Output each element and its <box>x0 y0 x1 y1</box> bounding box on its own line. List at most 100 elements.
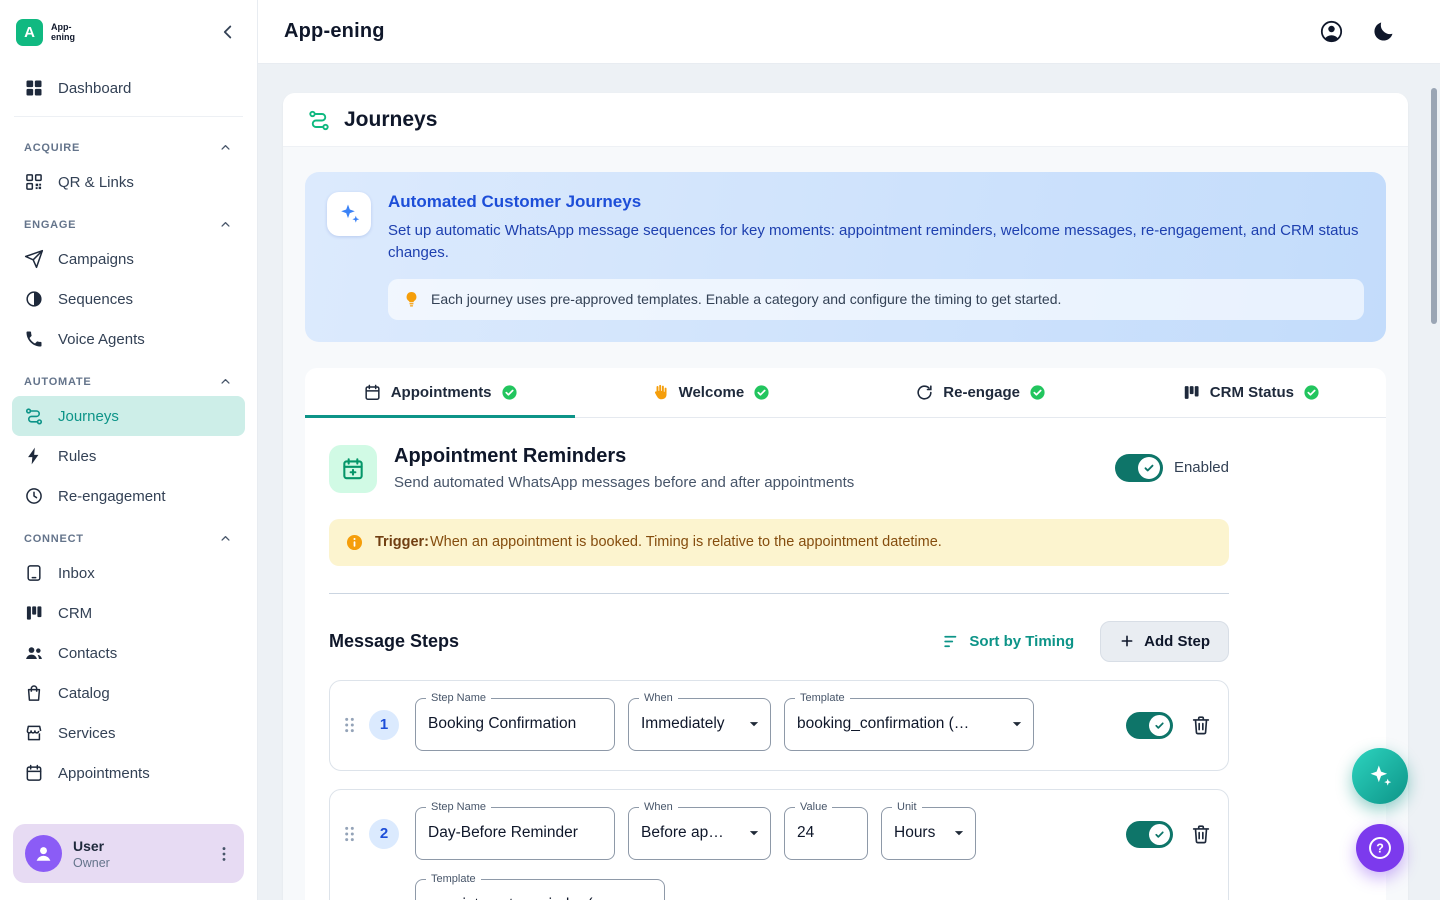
sidebar-item-voice-agents[interactable]: Voice Agents <box>12 319 245 359</box>
sidebar-item-label: CRM <box>58 605 92 622</box>
sidebar-item-appointments[interactable]: Appointments <box>12 753 245 793</box>
step-row-1: 1 Step Name When Immediately <box>329 680 1229 771</box>
lightbulb-icon <box>402 290 421 309</box>
journeys-page-card: Journeys Automated Customer Journeys Set… <box>283 93 1408 900</box>
step-name-input[interactable] <box>416 699 614 750</box>
when-select[interactable]: When Immediately <box>628 698 771 751</box>
journey-enabled-toggle[interactable] <box>1115 454 1163 482</box>
template-select[interactable]: Template appointment_reminder (… <box>415 879 665 900</box>
sidebar-section-connect[interactable]: CONNECT <box>12 516 245 553</box>
help-fab[interactable]: ? <box>1356 824 1404 872</box>
journey-title: Appointment Reminders <box>394 445 854 468</box>
sort-by-timing-button[interactable]: Sort by Timing <box>942 632 1074 651</box>
delete-step-icon[interactable] <box>1190 823 1212 845</box>
refresh-icon <box>915 383 934 402</box>
step-enabled-toggle[interactable] <box>1126 821 1173 848</box>
add-step-button[interactable]: Add Step <box>1100 621 1229 662</box>
toggle-check-icon <box>1149 824 1170 845</box>
app-logo-text: App- ening <box>51 22 75 43</box>
tab-label: CRM Status <box>1210 384 1294 401</box>
sidebar-item-crm[interactable]: CRM <box>12 593 245 633</box>
user-role: Owner <box>73 856 110 870</box>
device-icon <box>24 563 44 583</box>
route-icon <box>24 406 44 426</box>
caret-down-icon <box>743 713 765 735</box>
trigger-label: Trigger: <box>375 534 429 550</box>
sidebar-item-journeys[interactable]: Journeys <box>12 396 245 436</box>
when-select[interactable]: When Before ap… <box>628 807 771 860</box>
step-number-badge: 2 <box>369 819 399 849</box>
unit-select[interactable]: Unit Hours <box>881 807 976 860</box>
user-menu-icon[interactable] <box>214 844 234 864</box>
value-field: Value <box>784 807 868 860</box>
bolt-icon <box>24 446 44 466</box>
qr-code-icon <box>24 172 44 192</box>
step-name-field: Step Name <box>415 698 615 751</box>
sidebar-item-label: QR & Links <box>58 174 134 191</box>
clock-icon <box>24 486 44 506</box>
account-icon[interactable] <box>1319 19 1344 44</box>
sidebar-item-dashboard[interactable]: Dashboard <box>12 68 245 108</box>
dark-mode-moon-icon[interactable] <box>1371 19 1396 44</box>
vertical-scrollbar[interactable] <box>1431 88 1437 324</box>
message-steps-title: Message Steps <box>329 631 459 652</box>
storefront-icon <box>24 723 44 743</box>
field-label: Step Name <box>426 801 491 813</box>
sidebar-section-automate[interactable]: AUTOMATE <box>12 359 245 396</box>
plus-icon <box>1119 633 1135 649</box>
sidebar-item-campaigns[interactable]: Campaigns <box>12 239 245 279</box>
step-row-2: 2 Step Name When Before ap… <box>329 789 1229 900</box>
sidebar-item-services[interactable]: Services <box>12 713 245 753</box>
template-select[interactable]: Template booking_confirmation (… <box>784 698 1034 751</box>
step-actions <box>1126 821 1212 848</box>
sidebar-item-qr-links[interactable]: QR & Links <box>12 162 245 202</box>
info-icon <box>345 533 364 552</box>
sidebar-item-contacts[interactable]: Contacts <box>12 633 245 673</box>
sidebar-item-rules[interactable]: Rules <box>12 436 245 476</box>
send-icon <box>24 249 44 269</box>
tab-crm-status[interactable]: CRM Status <box>1116 368 1386 417</box>
app-logo: A <box>16 19 43 46</box>
journeys-route-icon <box>307 108 331 132</box>
value-input[interactable] <box>785 808 867 859</box>
journey-subtitle: Send automated WhatsApp messages before … <box>394 474 854 491</box>
tab-appointments[interactable]: Appointments <box>305 368 575 417</box>
ai-assistant-fab[interactable] <box>1352 748 1408 804</box>
chevron-up-icon <box>218 531 233 546</box>
sidebar-collapse-icon[interactable] <box>217 21 239 43</box>
user-card[interactable]: User Owner <box>13 824 244 883</box>
phone-icon <box>24 329 44 349</box>
enabled-label: Enabled <box>1174 459 1229 476</box>
app-logo-letter: A <box>24 24 35 41</box>
kanban-icon <box>24 603 44 623</box>
section-title: ENGAGE <box>24 219 76 231</box>
field-label: When <box>639 801 678 813</box>
sidebar-item-inbox[interactable]: Inbox <box>12 553 245 593</box>
step-enabled-toggle[interactable] <box>1126 712 1173 739</box>
waving-hand-icon <box>651 383 670 402</box>
drag-handle-icon[interactable] <box>342 713 357 737</box>
sidebar-item-catalog[interactable]: Catalog <box>12 673 245 713</box>
caret-down-icon <box>637 894 659 900</box>
tab-welcome[interactable]: Welcome <box>575 368 845 417</box>
toggle-check-icon <box>1149 715 1170 736</box>
drag-handle-icon[interactable] <box>342 822 357 846</box>
sidebar-section-acquire[interactable]: ACQUIRE <box>12 125 245 162</box>
delete-step-icon[interactable] <box>1190 714 1212 736</box>
topbar: App-ening <box>258 0 1440 64</box>
sidebar-item-sequences[interactable]: Sequences <box>12 279 245 319</box>
check-badge-icon <box>1029 384 1046 401</box>
sidebar-section-engage[interactable]: ENGAGE <box>12 202 245 239</box>
app-logo-line2: ening <box>51 32 75 42</box>
dashboard-icon <box>24 78 44 98</box>
calendar-icon <box>24 763 44 783</box>
sidebar-item-re-engagement[interactable]: Re-engagement <box>12 476 245 516</box>
tab-re-engage[interactable]: Re-engage <box>846 368 1116 417</box>
people-icon <box>24 643 44 663</box>
sidebar-item-label: Inbox <box>58 565 95 582</box>
banner-tip: Each journey uses pre-approved templates… <box>388 279 1364 320</box>
step-name-input[interactable] <box>416 808 614 859</box>
toggle-check-icon <box>1138 457 1160 479</box>
banner-content: Automated Customer Journeys Set up autom… <box>388 192 1364 320</box>
step-actions <box>1126 712 1212 739</box>
